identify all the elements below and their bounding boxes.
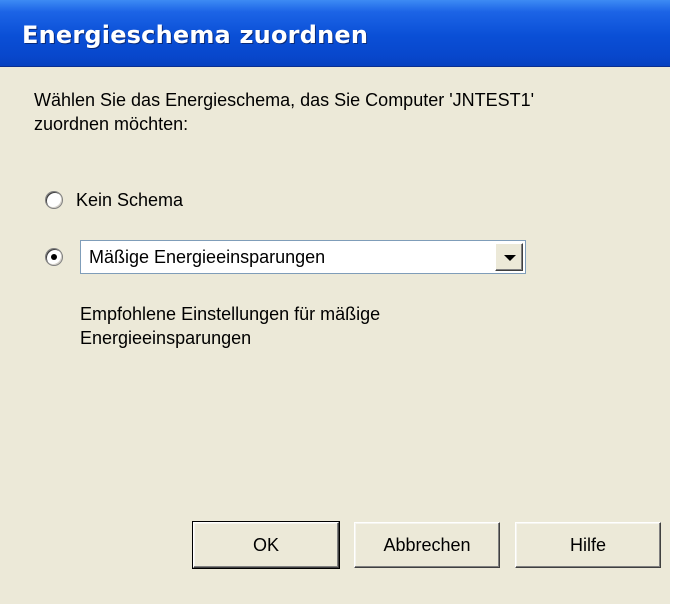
window-title: Energieschema zuordnen (22, 21, 369, 49)
window-edge (670, 0, 680, 604)
assign-power-scheme-dialog: Energieschema zuordnen Wählen Sie das En… (0, 0, 670, 604)
ok-button[interactable]: OK (192, 521, 340, 569)
scheme-description-line-2: Energieeinsparungen (80, 328, 252, 348)
scheme-radio[interactable] (45, 248, 63, 266)
instruction-text: Wählen Sie das Energieschema, das Sie Co… (34, 88, 534, 136)
cancel-button[interactable]: Abbrechen (354, 522, 500, 568)
chevron-down-icon (504, 255, 516, 261)
scheme-description-line-1: Empfohlene Einstellungen für mäßige (80, 304, 381, 324)
dropdown-button[interactable] (495, 243, 523, 271)
title-bar[interactable]: Energieschema zuordnen (0, 0, 670, 67)
power-scheme-select[interactable]: Mäßige Energieeinsparungen (80, 240, 526, 274)
help-button[interactable]: Hilfe (515, 522, 661, 568)
power-scheme-select-value: Mäßige Energieeinsparungen (89, 247, 326, 267)
no-scheme-radio[interactable] (45, 191, 63, 209)
radio-selected-dot (51, 254, 57, 260)
no-scheme-label[interactable]: Kein Schema (76, 188, 183, 212)
instruction-line-1: Wählen Sie das Energieschema, das Sie Co… (34, 90, 535, 110)
scheme-description: Empfohlene Einstellungen für mäßige Ener… (80, 302, 380, 350)
instruction-line-2: zuordnen möchten: (34, 114, 189, 134)
